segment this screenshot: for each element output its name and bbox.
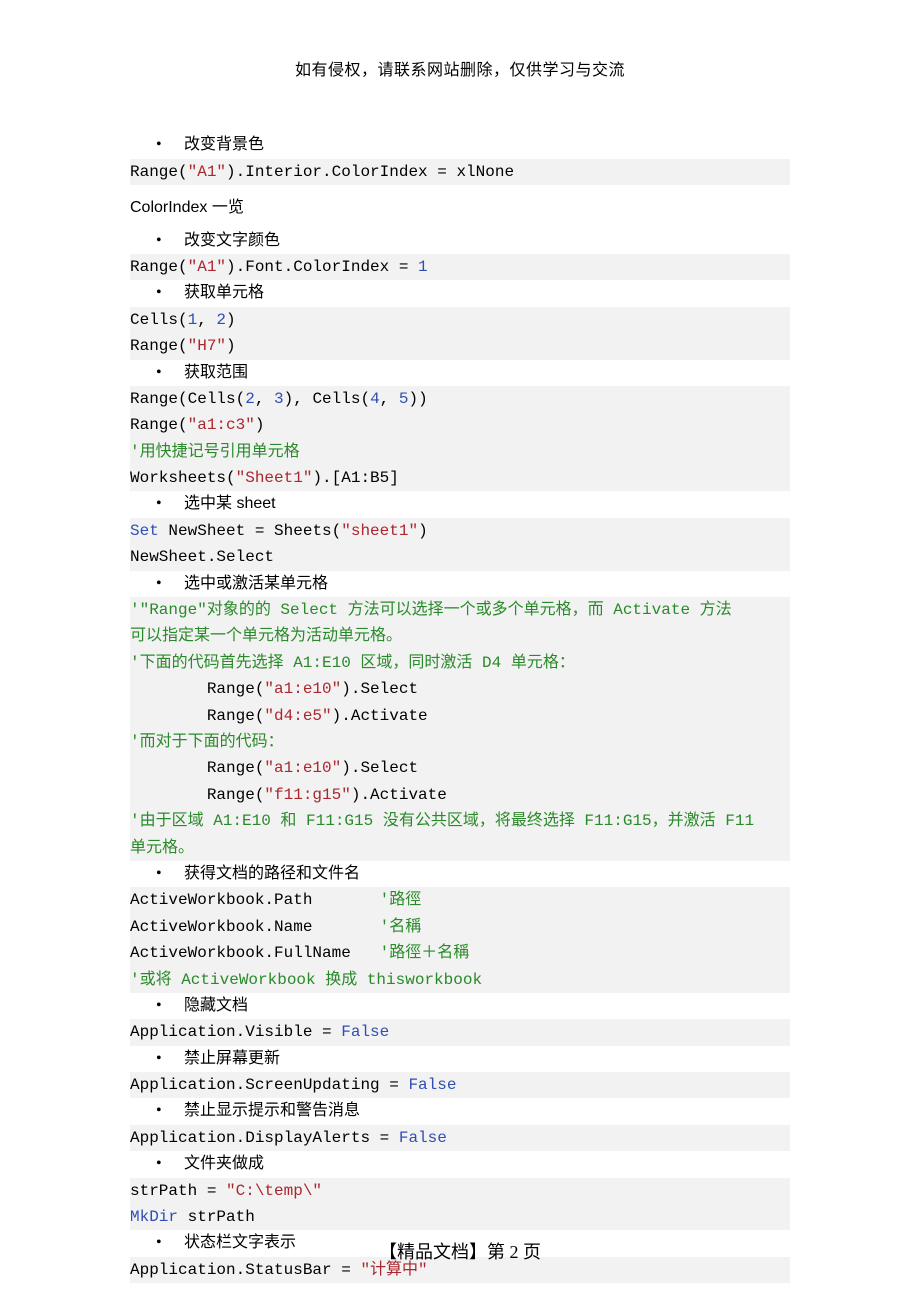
bullet-mkdir-item: 文件夹做成 bbox=[184, 1151, 790, 1177]
bullet-bg-color: 改变背景色 bbox=[130, 132, 790, 158]
code-sa-cmt4b: 单元格。 bbox=[130, 835, 790, 861]
code-get-range-3: Worksheets("Sheet1").[A1:B5] bbox=[130, 465, 790, 491]
bullet-hide-doc-item: 隐藏文档 bbox=[184, 993, 790, 1019]
page-footer: 【精品文档】第 2 页 bbox=[0, 1238, 920, 1268]
bullet-select-activate: 选中或激活某单元格 bbox=[130, 571, 790, 597]
code-path-cmt: '或将 ActiveWorkbook 换成 thisworkbook bbox=[130, 967, 790, 993]
code-sa-l3: Range("a1:e10").Select bbox=[130, 755, 790, 781]
bullet-bg-color-item: 改变背景色 bbox=[184, 132, 790, 158]
code-bg-color: Range("A1").Interior.ColorIndex = xlNone bbox=[130, 159, 790, 185]
code-sa-cmt3: '而对于下面的代码： bbox=[130, 729, 790, 755]
code-select-sheet-2: NewSheet.Select bbox=[130, 544, 790, 570]
code-select-sheet-1: Set NewSheet = Sheets("sheet1") bbox=[130, 518, 790, 544]
header-disclaimer: 如有侵权，请联系网站删除，仅供学习与交流 bbox=[130, 58, 790, 84]
bullet-display-alerts: 禁止显示提示和警告消息 bbox=[130, 1098, 790, 1124]
bullet-get-range: 获取范围 bbox=[130, 360, 790, 386]
code-get-range-cmt: '用快捷记号引用单元格 bbox=[130, 439, 790, 465]
code-sa-l2: Range("d4:e5").Activate bbox=[130, 703, 790, 729]
code-mkdir-1: strPath = "C:\temp\" bbox=[130, 1178, 790, 1204]
code-sa-cmt2: '下面的代码首先选择 A1:E10 区域，同时激活 D4 单元格： bbox=[130, 650, 790, 676]
colorindex-link: ColorIndex 一览 bbox=[130, 195, 790, 221]
bullet-get-cell-item: 获取单元格 bbox=[184, 280, 790, 306]
bullet-get-cell: 获取单元格 bbox=[130, 280, 790, 306]
footer-label: 【精品文档】 bbox=[379, 1242, 487, 1262]
footer-page: 第 2 页 bbox=[487, 1242, 541, 1262]
code-sa-cmt1b: 可以指定某一个单元格为活动单元格。 bbox=[130, 623, 790, 649]
bullet-mkdir: 文件夹做成 bbox=[130, 1151, 790, 1177]
code-font-color: Range("A1").Font.ColorIndex = 1 bbox=[130, 254, 790, 280]
code-path-2: ActiveWorkbook.Name '名稱 bbox=[130, 914, 790, 940]
code-path-1: ActiveWorkbook.Path '路徑 bbox=[130, 887, 790, 913]
code-sa-cmt4a: '由于区域 A1:E10 和 F11:G15 没有公共区域，将最终选择 F11:… bbox=[130, 808, 790, 834]
code-screen-update: Application.ScreenUpdating = False bbox=[130, 1072, 790, 1098]
bullet-font-color-item: 改变文字颜色 bbox=[184, 228, 790, 254]
bullet-font-color: 改变文字颜色 bbox=[130, 228, 790, 254]
bullet-select-sheet: 选中某 sheet bbox=[130, 491, 790, 517]
bullet-screen-update: 禁止屏幕更新 bbox=[130, 1046, 790, 1072]
bullet-get-range-item: 获取范围 bbox=[184, 360, 790, 386]
bullet-path-name-item: 获得文档的路径和文件名 bbox=[184, 861, 790, 887]
code-mkdir-2: MkDir strPath bbox=[130, 1204, 790, 1230]
bullet-select-sheet-item: 选中某 sheet bbox=[184, 491, 790, 517]
code-display-alerts: Application.DisplayAlerts = False bbox=[130, 1125, 790, 1151]
code-get-cell-1: Cells(1, 2) bbox=[130, 307, 790, 333]
code-get-range-2: Range("a1:c3") bbox=[130, 412, 790, 438]
bullet-select-activate-item: 选中或激活某单元格 bbox=[184, 571, 790, 597]
code-hide-doc: Application.Visible = False bbox=[130, 1019, 790, 1045]
bullet-hide-doc: 隐藏文档 bbox=[130, 993, 790, 1019]
bullet-display-alerts-item: 禁止显示提示和警告消息 bbox=[184, 1098, 790, 1124]
code-sa-cmt1a: '"Range"对象的的 Select 方法可以选择一个或多个单元格，而 Act… bbox=[130, 597, 790, 623]
code-sa-l4: Range("f11:g15").Activate bbox=[130, 782, 790, 808]
code-path-3: ActiveWorkbook.FullName '路徑＋名稱 bbox=[130, 940, 790, 966]
code-sa-l1: Range("a1:e10").Select bbox=[130, 676, 790, 702]
bullet-screen-update-item: 禁止屏幕更新 bbox=[184, 1046, 790, 1072]
bullet-path-name: 获得文档的路径和文件名 bbox=[130, 861, 790, 887]
code-get-range-1: Range(Cells(2, 3), Cells(4, 5)) bbox=[130, 386, 790, 412]
code-get-cell-2: Range("H7") bbox=[130, 333, 790, 359]
